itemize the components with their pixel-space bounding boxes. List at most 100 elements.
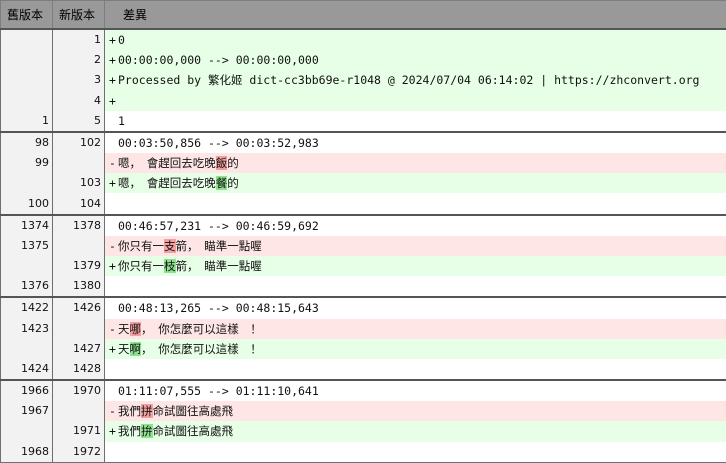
- diff-line-content: [104, 276, 726, 298]
- new-line-number: 1380: [52, 276, 105, 298]
- added-marker: +: [109, 259, 116, 274]
- diff-header: 差異: [104, 0, 726, 30]
- old-line-number: [0, 90, 53, 111]
- old-line-number: [0, 70, 53, 91]
- diff-line-content: + 你只有一枝箭， 瞄準一點喔: [104, 255, 726, 277]
- line-text: ， 你怎麼可以這樣 ！: [141, 321, 262, 336]
- new-line-number: [52, 401, 105, 422]
- added-char-highlight: 餐: [215, 176, 228, 191]
- diff-line-content: +00:00:00,000 --> 00:00:00,000: [104, 50, 726, 71]
- diff-line-content: 00:46:57,231 --> 00:46:59,692: [104, 213, 726, 236]
- line-text: 天: [118, 341, 130, 356]
- diff-row-context: 1968 1972: [0, 441, 726, 463]
- old-line-number: 100: [0, 193, 53, 215]
- added-char-highlight: 枝: [164, 259, 176, 274]
- diff-row-added: 1 +0: [0, 27, 726, 51]
- removed-marker: -: [109, 404, 116, 419]
- old-line-number: [0, 50, 53, 71]
- new-line-number: 1972: [52, 441, 105, 463]
- diff-line-content: 01:11:07,555 --> 01:11:10,641: [104, 379, 726, 402]
- old-line-number: 1423: [0, 318, 53, 339]
- added-char-highlight: 啊: [129, 341, 141, 356]
- diff-row-context: 1424 1428: [0, 358, 726, 381]
- diff-line-content: + Processed by 繁化姬 dict-cc3bb69e-r1048 @ …: [104, 70, 726, 91]
- old-line-number: [0, 27, 53, 51]
- old-line-number: 1966: [0, 379, 53, 402]
- line-text: 箭， 瞄準一點喔: [175, 259, 262, 274]
- old-line-number: 99: [0, 153, 53, 174]
- diff-row-removed: 99 - 嗯， 會趕回去吃晚飯的: [0, 153, 726, 174]
- added-marker: +: [109, 176, 116, 191]
- new-line-number: 1428: [52, 358, 105, 381]
- diff-line-content: + 我們拚命試圖往高處飛: [104, 421, 726, 442]
- line-text: 我們: [118, 424, 141, 439]
- old-line-number: [0, 421, 53, 442]
- diff-line-content: - 我們拼命試圖往高處飛: [104, 401, 726, 422]
- new-version-header: 新版本: [52, 0, 105, 30]
- line-text: 00:00:00,000 --> 00:00:00,000: [118, 53, 319, 68]
- diff-row-context: 15 1: [0, 110, 726, 132]
- diff-row-removed: 1423 - 天哪， 你怎麼可以這樣 ！: [0, 318, 726, 339]
- new-line-number: [52, 235, 105, 256]
- diff-line-content: [104, 358, 726, 381]
- old-line-number: [0, 173, 53, 194]
- old-line-number: 1375: [0, 235, 53, 256]
- diff-row-context: 1374 1378 00:46:57,231 --> 00:46:59,692: [0, 213, 726, 236]
- new-line-number: 104: [52, 193, 105, 215]
- old-line-number: 1967: [0, 401, 53, 422]
- added-marker: +: [109, 53, 116, 68]
- line-text: 命試圖往高處飛: [152, 424, 234, 439]
- new-line-number: 103: [52, 173, 105, 194]
- line-text: 你只有一: [118, 259, 164, 274]
- old-line-number: 1376: [0, 276, 53, 298]
- old-line-number: 1422: [0, 296, 53, 319]
- added-marker: +: [109, 33, 116, 48]
- line-text: 天: [118, 321, 130, 336]
- old-version-header: 舊版本: [0, 0, 53, 30]
- diff-line-content: 00:48:13,265 --> 00:48:15,643: [104, 296, 726, 319]
- diff-row-removed: 1375 - 你只有一支箭， 瞄準一點喔: [0, 235, 726, 256]
- diff-line-content: +: [104, 90, 726, 111]
- added-marker: +: [109, 93, 116, 108]
- removed-char-highlight: 拼: [141, 404, 153, 419]
- diff-row-added: 1971 + 我們拚命試圖往高處飛: [0, 421, 726, 442]
- new-line-number: 2: [52, 50, 105, 71]
- diff-row-added: 1379 + 你只有一枝箭， 瞄準一點喔: [0, 255, 726, 277]
- old-line-number: [0, 255, 53, 277]
- removed-char-highlight: 支: [164, 238, 176, 253]
- new-line-number: 1378: [52, 213, 105, 236]
- line-text: 命試圖往高處飛: [152, 404, 234, 419]
- diff-line-content: [104, 441, 726, 463]
- line-text: 0: [118, 33, 125, 48]
- diff-line-content: [104, 193, 726, 215]
- new-line-number: 5: [52, 110, 105, 132]
- diff-line-content: + 天啊， 你怎麼可以這樣 ！: [104, 338, 726, 359]
- removed-char-highlight: 飯: [215, 156, 228, 171]
- line-text: 的: [227, 156, 239, 171]
- old-line-number: [0, 338, 53, 359]
- removed-marker: -: [109, 321, 116, 336]
- new-line-number: 3: [52, 70, 105, 91]
- diff-line-content: - 嗯， 會趕回去吃晚飯的: [104, 153, 726, 174]
- new-line-number: 1: [52, 27, 105, 51]
- diff-table: 舊版本 新版本 差異 1 +0 2 +00:00:00,000 --> 00:00:0…: [0, 0, 726, 463]
- diff-row-context: 1376 1380: [0, 276, 726, 298]
- line-text: 00:48:13,265 --> 00:48:15,643: [118, 301, 319, 316]
- line-text: 1: [118, 113, 125, 128]
- removed-char-highlight: 哪: [129, 321, 141, 336]
- line-text: 嗯， 會趕回去吃晚: [118, 156, 216, 171]
- new-line-number: 4: [52, 90, 105, 111]
- line-text: 00:03:50,856 --> 00:03:52,983: [118, 135, 319, 150]
- new-line-number: 1426: [52, 296, 105, 319]
- new-line-number: 1971: [52, 421, 105, 442]
- old-line-number: 1968: [0, 441, 53, 463]
- new-line-number: [52, 153, 105, 174]
- added-marker: +: [109, 73, 116, 88]
- diff-row-added: 2 +00:00:00,000 --> 00:00:00,000: [0, 50, 726, 71]
- diff-row-removed: 1967 - 我們拼命試圖往高處飛: [0, 401, 726, 422]
- removed-marker: -: [109, 156, 116, 171]
- diff-line-content: - 你只有一支箭， 瞄準一點喔: [104, 235, 726, 256]
- diff-row-context: 1422 1426 00:48:13,265 --> 00:48:15,643: [0, 296, 726, 319]
- added-marker: +: [109, 424, 116, 439]
- line-text: Processed by 繁化姬 dict-cc3bb69e-r1048 @ 2…: [118, 73, 700, 88]
